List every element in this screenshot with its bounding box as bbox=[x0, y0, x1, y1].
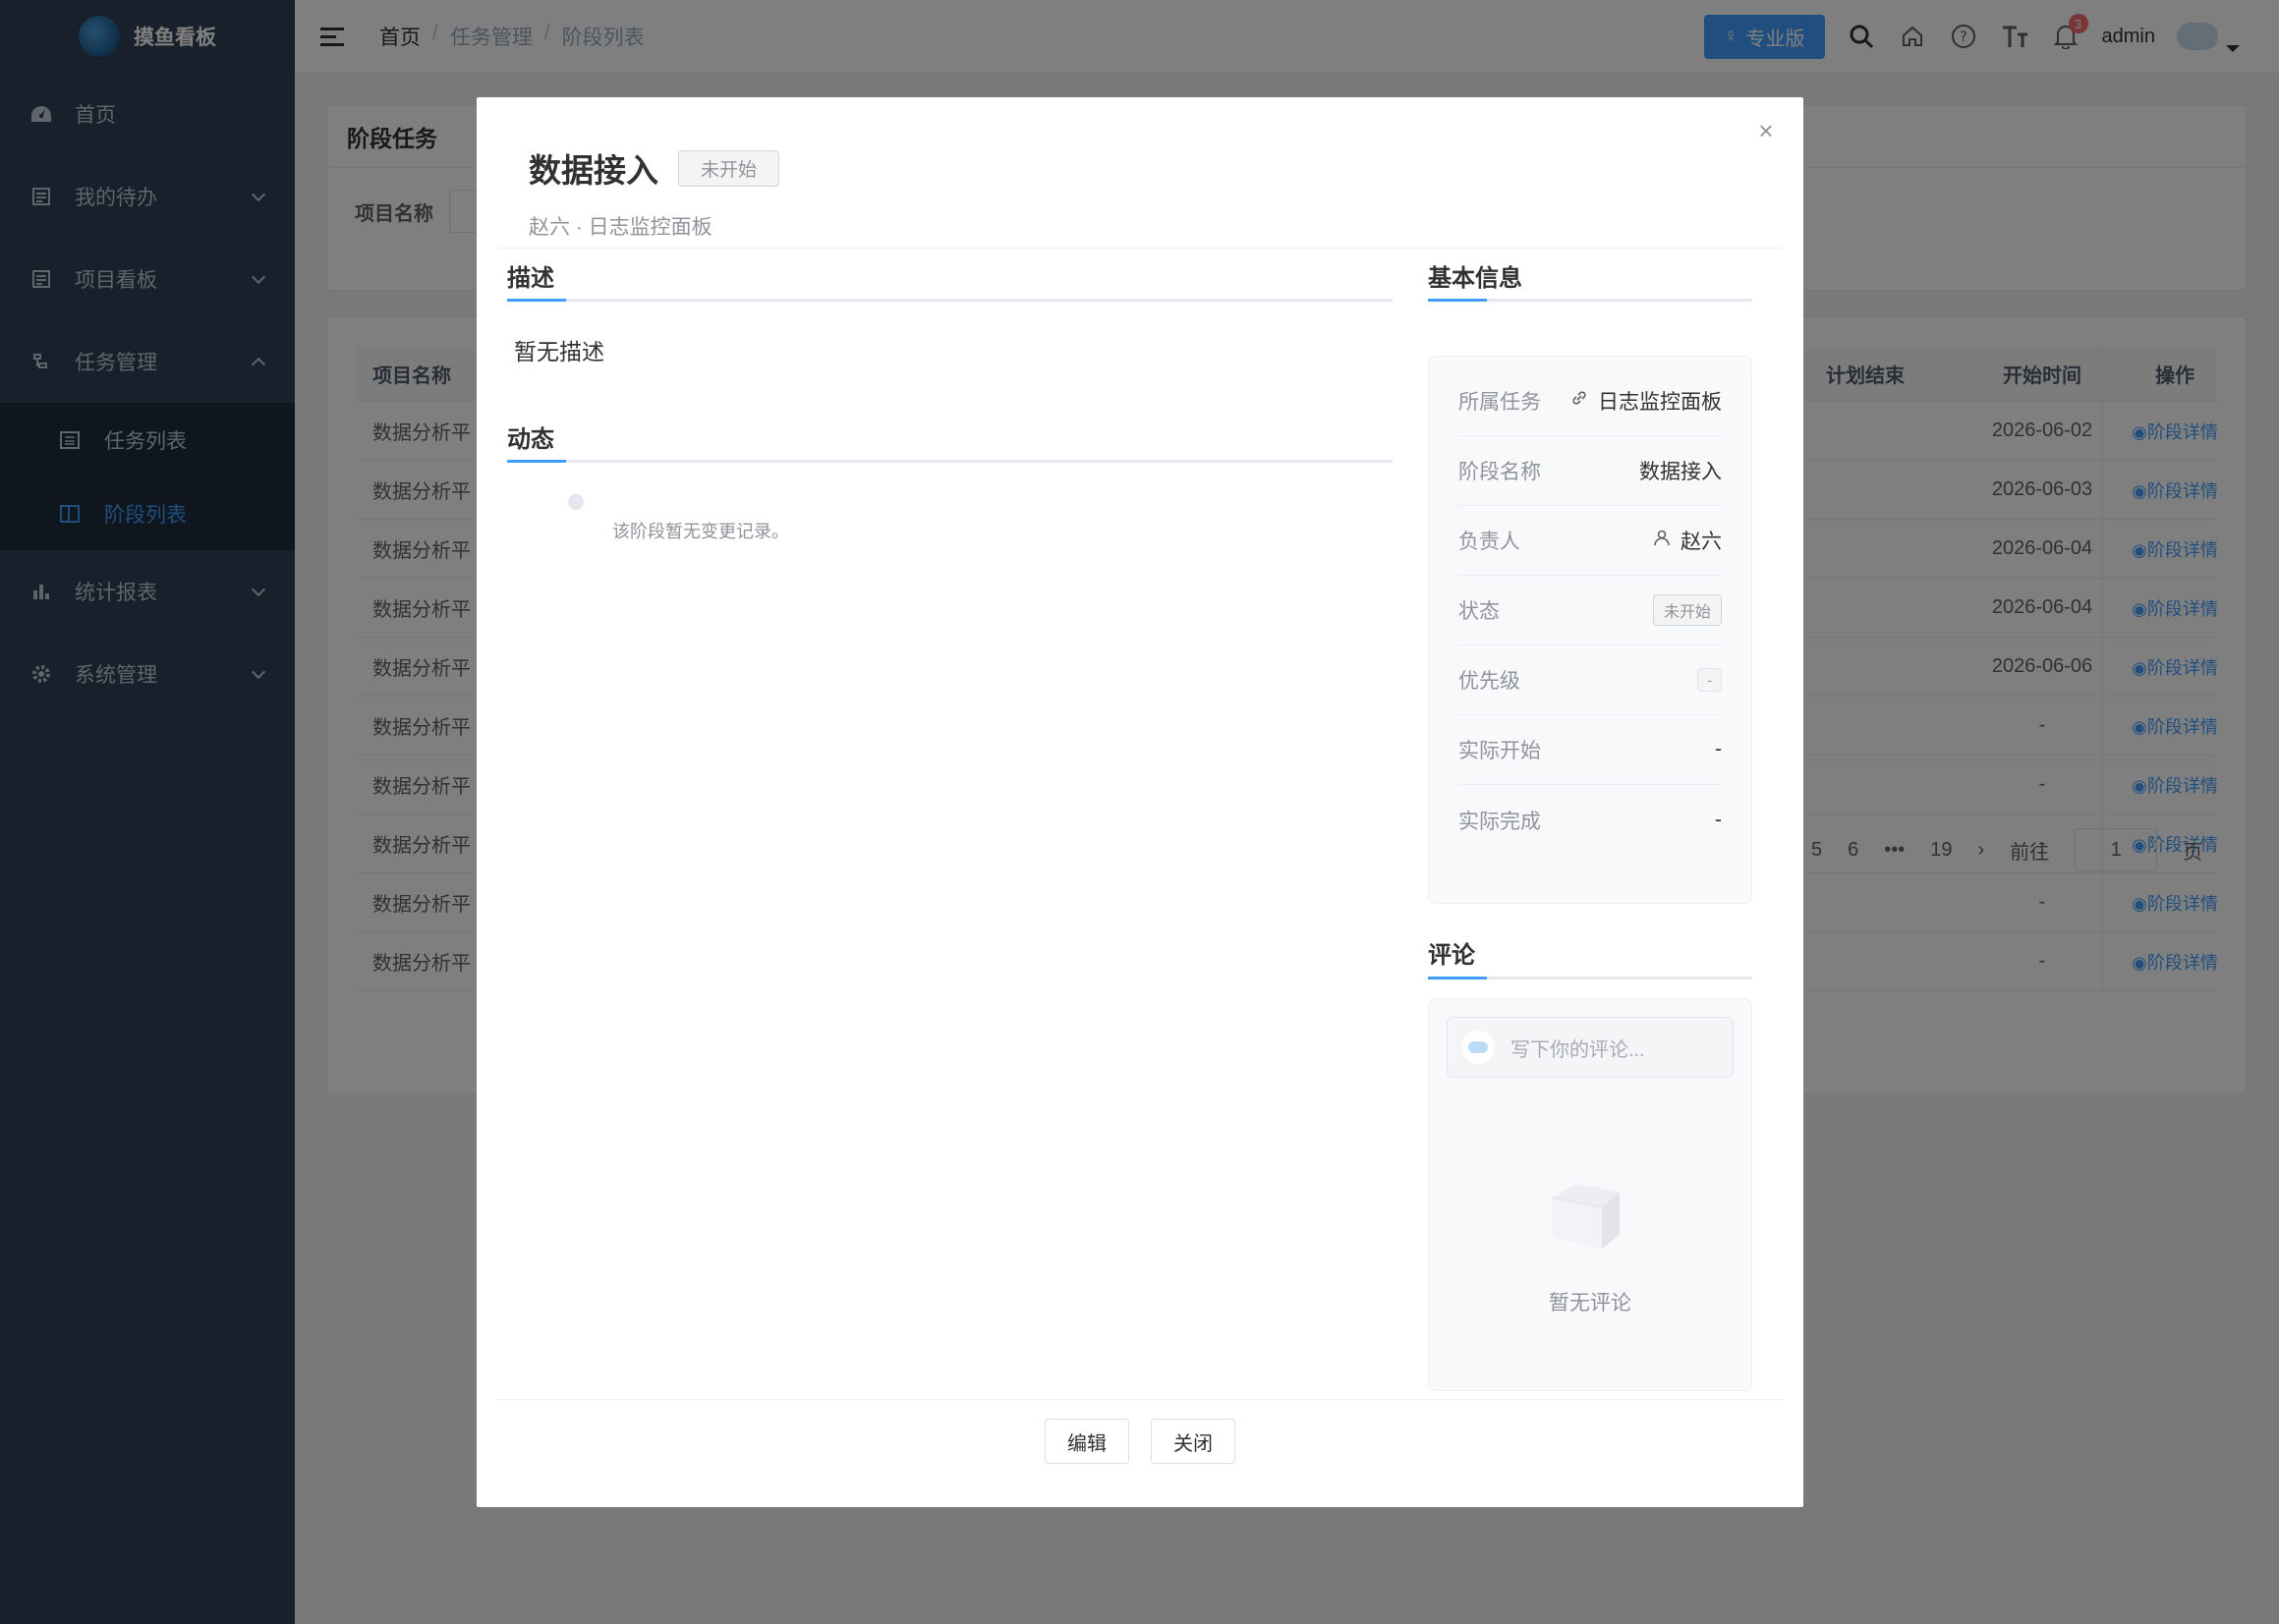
info-row-actual-start: 实际开始 - bbox=[1458, 715, 1722, 785]
user-icon bbox=[1653, 529, 1671, 552]
section-title-activity: 动态 bbox=[507, 426, 554, 453]
info-row-owner: 负责人 赵六 bbox=[1458, 506, 1722, 576]
section-title-description: 描述 bbox=[507, 265, 554, 292]
section-title-comments: 评论 bbox=[1428, 942, 1475, 969]
comment-input[interactable]: 写下你的评论... bbox=[1447, 1017, 1734, 1078]
info-row-task: 所属任务 日志监控面板 bbox=[1458, 366, 1722, 436]
activity-empty-text: 该阶段暂无变更记录。 bbox=[612, 522, 789, 541]
status-badge: 未开始 bbox=[678, 149, 780, 187]
dialog-subtitle: 赵六 · 日志监控面板 bbox=[529, 216, 712, 239]
dialog-title: 数据接入 bbox=[529, 152, 658, 189]
info-row-priority: 优先级 - bbox=[1458, 645, 1722, 715]
close-icon[interactable]: × bbox=[1754, 118, 1778, 143]
description-text: 暂无描述 bbox=[514, 339, 604, 364]
close-button[interactable]: 关闭 bbox=[1151, 1419, 1235, 1464]
timeline-dot bbox=[568, 494, 584, 510]
info-row-actual-end: 实际完成 - bbox=[1458, 808, 1722, 833]
dialog-header: 数据接入 未开始 赵六 · 日志监控面板 bbox=[529, 144, 780, 241]
basic-info-panel: 所属任务 日志监控面板 阶段名称 数据接入 负责人 赵六 状态 未开始 优先级 … bbox=[1428, 356, 1752, 904]
avatar bbox=[1461, 1031, 1495, 1064]
priority-badge: - bbox=[1697, 668, 1722, 692]
dialog-footer: 编辑 关闭 bbox=[477, 1419, 1803, 1464]
edit-button[interactable]: 编辑 bbox=[1045, 1419, 1129, 1464]
info-row-stage: 阶段名称 数据接入 bbox=[1458, 436, 1722, 506]
section-title-basic-info: 基本信息 bbox=[1428, 265, 1522, 292]
status-badge: 未开始 bbox=[1652, 594, 1722, 626]
task-link[interactable]: 日志监控面板 bbox=[1570, 386, 1722, 416]
comments-empty-text: 暂无评论 bbox=[1549, 1292, 1631, 1315]
comments-panel: 写下你的评论... 暂无评论 bbox=[1428, 998, 1752, 1391]
link-icon bbox=[1570, 389, 1588, 413]
info-row-status: 状态 未开始 bbox=[1458, 576, 1722, 645]
empty-box-icon bbox=[1547, 1176, 1625, 1253]
stage-detail-dialog: × 数据接入 未开始 赵六 · 日志监控面板 描述 暂无描述 动态 该阶段暂无变… bbox=[477, 97, 1803, 1507]
